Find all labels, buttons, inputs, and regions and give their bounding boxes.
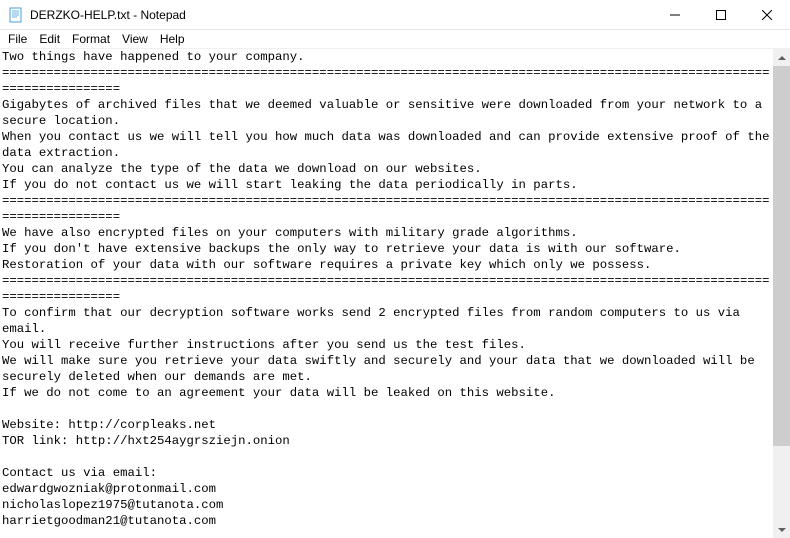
- vertical-scrollbar[interactable]: [773, 49, 790, 538]
- window-controls: [652, 0, 790, 29]
- text-editor[interactable]: Two things have happened to your company…: [0, 49, 773, 538]
- menu-format[interactable]: Format: [66, 31, 116, 47]
- content-area: Two things have happened to your company…: [0, 49, 790, 538]
- scroll-down-arrow-icon[interactable]: [773, 521, 790, 538]
- menubar: File Edit Format View Help: [0, 30, 790, 49]
- menu-file[interactable]: File: [2, 31, 33, 47]
- minimize-button[interactable]: [652, 0, 698, 29]
- close-button[interactable]: [744, 0, 790, 29]
- maximize-button[interactable]: [698, 0, 744, 29]
- notepad-icon: [8, 7, 24, 23]
- window-title: DERZKO-HELP.txt - Notepad: [30, 8, 186, 22]
- menu-view[interactable]: View: [116, 31, 154, 47]
- menu-edit[interactable]: Edit: [33, 31, 66, 47]
- titlebar-left: DERZKO-HELP.txt - Notepad: [0, 7, 186, 23]
- menu-help[interactable]: Help: [154, 31, 191, 47]
- scroll-thumb[interactable]: [773, 66, 790, 446]
- titlebar: DERZKO-HELP.txt - Notepad: [0, 0, 790, 30]
- scroll-up-arrow-icon[interactable]: [773, 49, 790, 66]
